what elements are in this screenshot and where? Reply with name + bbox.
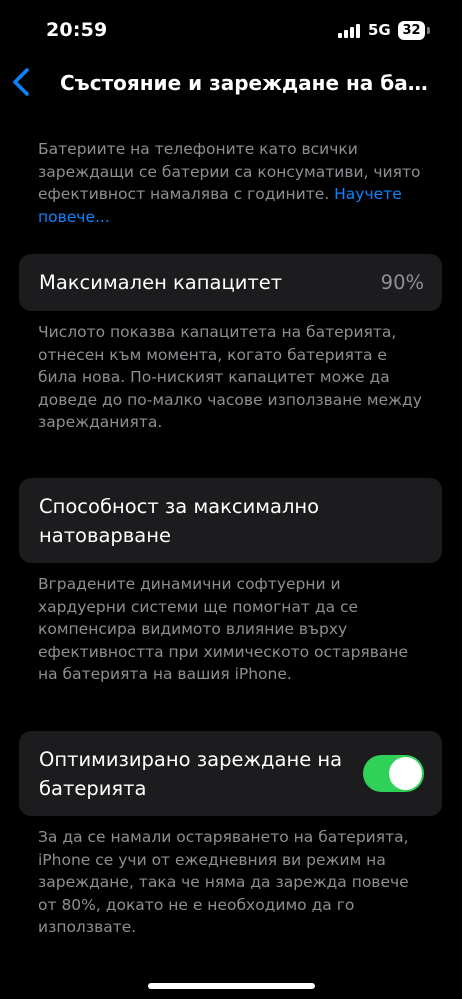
- peak-performance-label: Способност за максимално натоварване: [39, 495, 320, 547]
- maximum-capacity-row: Максимален капацитет 90%: [19, 254, 442, 311]
- peak-performance-description: Вградените динамични софтуерни и хардуер…: [38, 575, 409, 683]
- capacity-description: Числото показва капацитета на батерията,…: [38, 323, 422, 431]
- navigation-bar: Състояние и зареждане на ба…: [0, 56, 462, 108]
- back-button[interactable]: [8, 66, 38, 98]
- cellular-signal-icon: [338, 24, 360, 38]
- optimized-charging-description: За да се намали остаряването на батерият…: [38, 828, 409, 936]
- chevron-left-icon: [13, 68, 29, 96]
- maximum-capacity-label: Максимален капацитет: [39, 271, 283, 294]
- status-bar: 20:59 5G 32: [0, 0, 462, 56]
- network-type-label: 5G: [368, 21, 391, 39]
- home-indicator[interactable]: [148, 983, 315, 989]
- toggle-knob: [389, 757, 422, 790]
- peak-performance-row: Способност за максимално натоварване: [19, 478, 442, 563]
- optimized-charging-toggle[interactable]: [363, 755, 424, 792]
- battery-level-label: 32: [398, 21, 425, 40]
- optimized-charging-label: Оптимизирано зареждане на батерията: [39, 748, 343, 800]
- battery-icon: 32: [398, 21, 430, 40]
- battery-nub: [427, 27, 430, 34]
- status-time: 20:59: [46, 19, 108, 41]
- page-title: Състояние и зареждане на ба…: [60, 71, 428, 95]
- optimized-charging-row: Оптимизирано зареждане на батерията: [19, 731, 442, 816]
- maximum-capacity-value: 90%: [380, 271, 424, 294]
- intro-description: Батериите на телефоните като всички заре…: [38, 138, 424, 228]
